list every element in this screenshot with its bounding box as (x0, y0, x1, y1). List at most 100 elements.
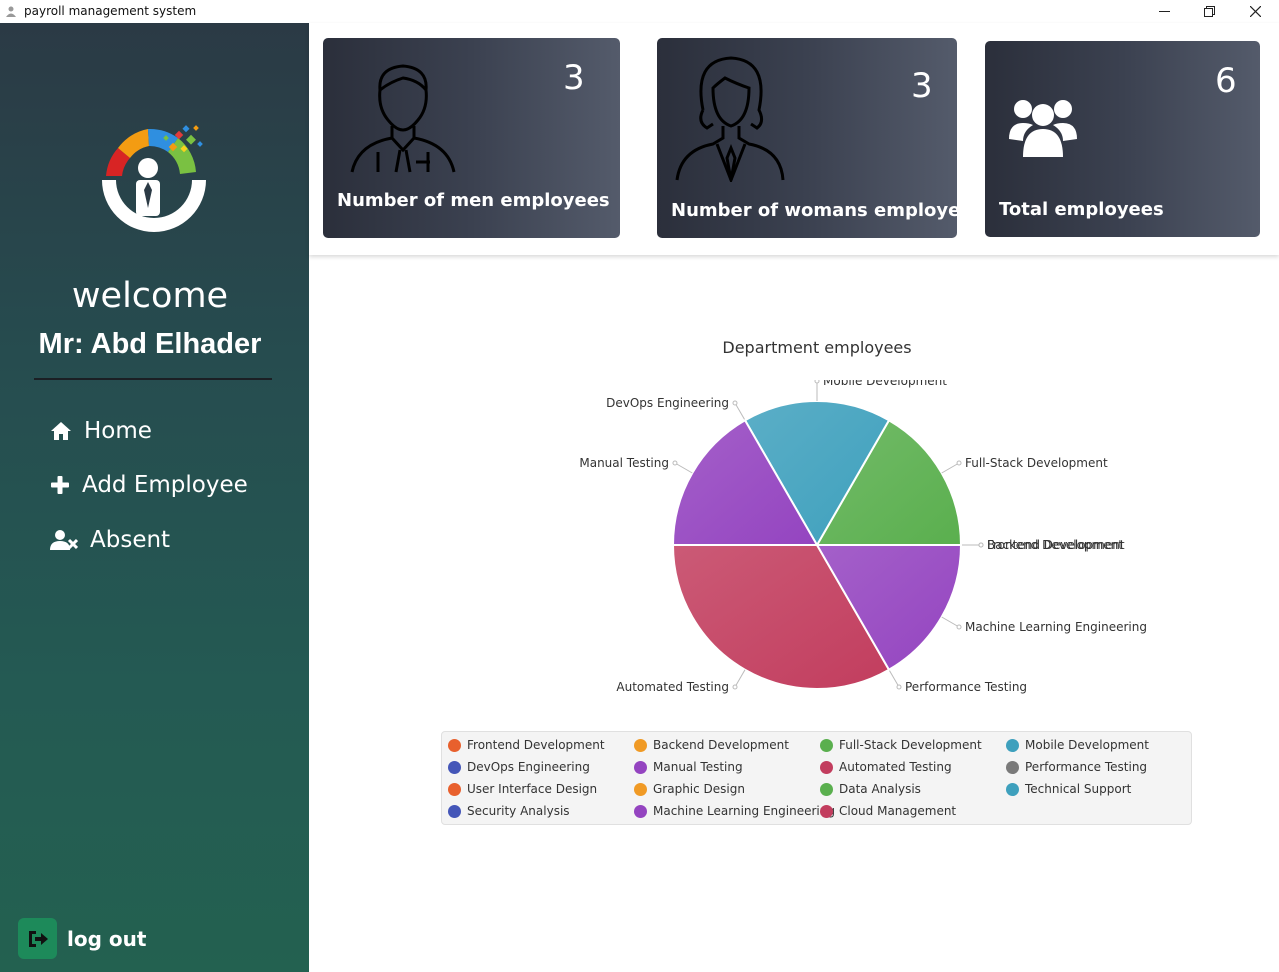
pie-leader-dot (732, 400, 738, 406)
legend-label: Data Analysis (839, 782, 921, 796)
legend-item: Performance Testing (1006, 760, 1147, 774)
legend-label: Mobile Development (1025, 738, 1149, 752)
legend-item: DevOps Engineering (448, 760, 590, 774)
men-count: 3 (563, 58, 585, 98)
welcome-text: welcome (71, 276, 229, 316)
total-employees-card: 6 Total employees (985, 41, 1260, 237)
legend-swatch (448, 804, 461, 818)
pie-leader-dot (978, 542, 984, 548)
women-count: 3 (911, 66, 933, 106)
legend-item: Automated Testing (820, 760, 952, 774)
pie-leader-dot (672, 460, 678, 466)
legend-label: DevOps Engineering (467, 760, 590, 774)
pie-slice-label: DevOps Engineering (606, 396, 729, 410)
legend-item: Manual Testing (634, 760, 743, 774)
woman-icon (675, 56, 785, 182)
nav-home[interactable]: Home (50, 418, 152, 444)
window-title: payroll management system (24, 4, 197, 18)
nav-home-label: Home (84, 418, 152, 444)
legend-label: Security Analysis (467, 804, 570, 818)
legend-swatch (448, 782, 461, 796)
legend-label: Automated Testing (839, 760, 952, 774)
pie-leader-line (941, 462, 960, 474)
legend-swatch (820, 760, 833, 774)
chart-title: Department employees (722, 338, 912, 357)
home-icon (51, 422, 71, 440)
legend-item: Full-Stack Development (820, 738, 982, 752)
nav-absent[interactable]: Absent (50, 527, 170, 553)
women-employees-card: 3 Number of womans employees (657, 38, 983, 238)
legend-swatch (634, 738, 647, 752)
title-bar: payroll management system (0, 0, 1279, 23)
legend-swatch (820, 804, 833, 818)
restore-icon (1203, 6, 1215, 17)
legend-label: User Interface Design (467, 782, 598, 796)
legend-swatch (820, 782, 833, 796)
legend-item: Graphic Design (634, 782, 745, 796)
legend-item: Machine Learning Engineering (634, 804, 835, 818)
legend-label: Manual Testing (653, 760, 743, 774)
legend-swatch (1006, 760, 1019, 774)
pie-slice-label: Automated Testing (616, 680, 729, 694)
legend-swatch (448, 738, 461, 752)
legend-item: Cloud Management (820, 804, 956, 818)
user-x-icon (50, 530, 78, 550)
user-name: Mr: Abd Elhader (38, 328, 262, 360)
restore-button[interactable] (1186, 0, 1232, 23)
minimize-button[interactable] (1141, 0, 1187, 23)
minimize-icon (1158, 11, 1170, 12)
legend-item: User Interface Design (448, 782, 597, 796)
close-button[interactable] (1232, 0, 1278, 23)
pie-leader-dot (956, 624, 962, 630)
pie-leader-line (888, 669, 900, 688)
legend-label: Cloud Management (839, 804, 957, 818)
legend-swatch (634, 760, 647, 774)
legend-item: Mobile Development (1006, 738, 1149, 752)
pie-leader-line (734, 402, 746, 421)
close-icon (1249, 6, 1261, 17)
pie-leader-dot (732, 684, 738, 690)
legend-label: Technical Support (1025, 782, 1132, 796)
sign-out-icon (28, 930, 48, 947)
legend-swatch (820, 738, 833, 752)
divider (34, 378, 272, 380)
pie-slice-label: Full-Stack Development (965, 456, 1108, 470)
pie-slice-label: Mobile Development (823, 380, 947, 388)
pie-slice-label: Backend Development (987, 538, 1123, 552)
legend-swatch (1006, 782, 1019, 796)
legend-label: Performance Testing (1025, 760, 1148, 774)
pie-leader-line (734, 669, 746, 688)
men-employees-card: 3 Number of men employees (323, 38, 620, 238)
legend-label: Graphic Design (653, 782, 745, 796)
legend-swatch (634, 782, 647, 796)
logout-label: log out (67, 926, 147, 951)
pie-leader-dot (814, 380, 820, 384)
department-pie-chart: Frontend DevelopmentBackend DevelopmentF… (579, 380, 1147, 694)
pie-leader-dot (896, 684, 902, 690)
pie-slice-label: Machine Learning Engineering (965, 620, 1147, 634)
legend-swatch (634, 804, 647, 818)
logout-icon-box[interactable] (18, 918, 57, 959)
logout-button[interactable]: log out (18, 918, 146, 959)
plus-icon (51, 476, 69, 494)
legend-label: Backend Development (653, 738, 789, 752)
legend-item: Frontend Development (448, 738, 605, 752)
legend-item: Data Analysis (820, 782, 921, 796)
app-icon (6, 6, 16, 17)
legend-swatch (1006, 738, 1019, 752)
legend-item: Backend Development (634, 738, 789, 752)
company-logo (102, 125, 206, 232)
pie-leader-line (941, 616, 960, 628)
total-count: 6 (1215, 61, 1237, 101)
women-label: Number of womans employees (671, 200, 984, 221)
pie-slice-label: Manual Testing (579, 456, 669, 470)
legend-label: Frontend Development (467, 738, 605, 752)
legend-swatch (448, 760, 461, 774)
nav-absent-label: Absent (90, 527, 171, 553)
men-label: Number of men employees (337, 190, 610, 211)
man-icon (350, 64, 456, 173)
legend-label: Full-Stack Development (839, 738, 982, 752)
legend-item: Security Analysis (448, 804, 570, 818)
nav-add-employee-label: Add Employee (82, 472, 248, 498)
nav-add-employee[interactable]: Add Employee (50, 472, 248, 498)
